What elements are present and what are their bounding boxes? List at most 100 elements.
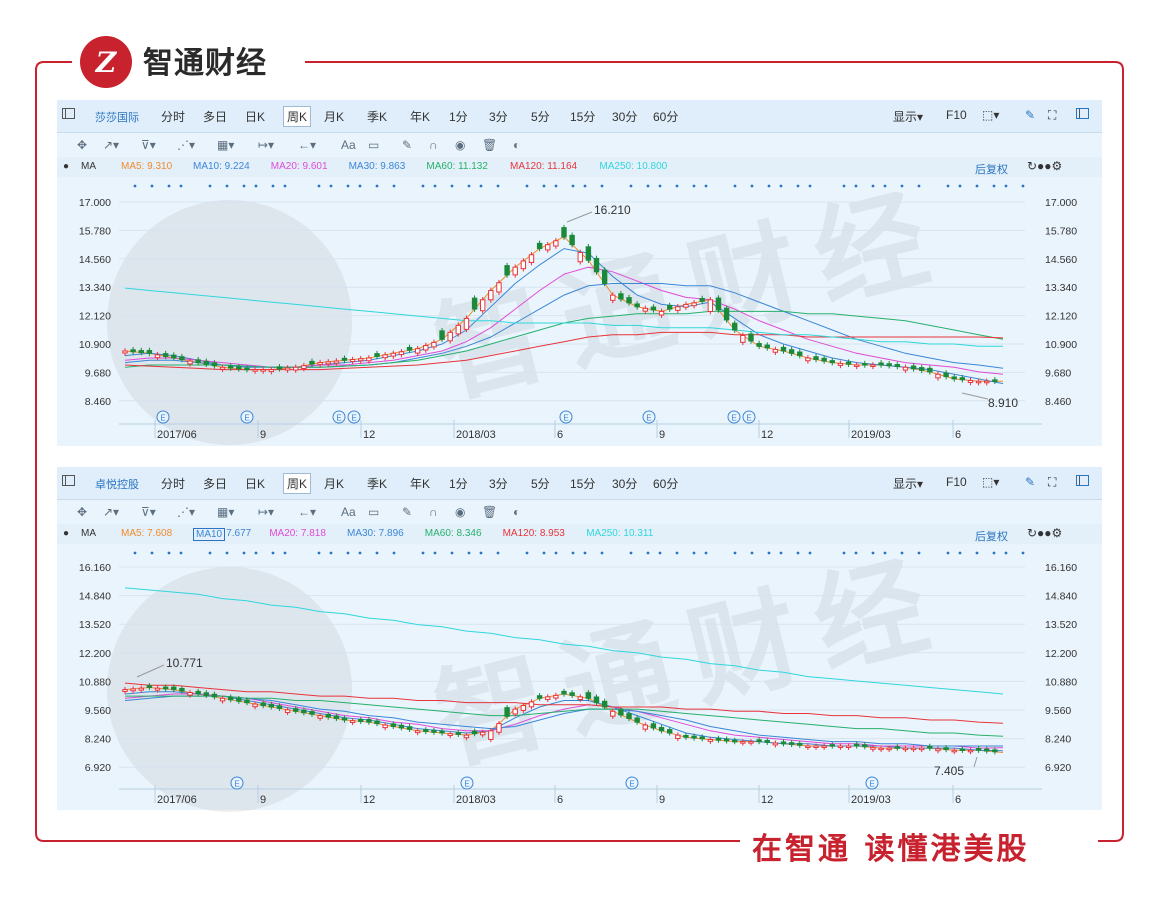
signal-dot [133,184,137,188]
drawing-tool-2-icon[interactable]: ⊽▾ [141,505,156,519]
candle-body [967,379,974,383]
drawing-tool-12-icon[interactable]: 🗑 [482,138,497,152]
period-tab-10[interactable]: 15分 [570,108,595,125]
event-marker-label: E [869,780,874,789]
period-tab-1[interactable]: 多日 [203,475,227,492]
period-tab-11[interactable]: 30分 [612,108,637,125]
y-tick-left: 12.200 [79,648,111,660]
period-tab-9[interactable]: 5分 [531,108,550,125]
period-tab-3[interactable]: 周K [283,473,312,494]
period-tab-2[interactable]: 日K [245,108,265,125]
y-tick-right: 10.880 [1045,676,1077,688]
fullscreen-icon[interactable]: ⛶ [1048,108,1056,123]
ma-settings-icon[interactable]: ● [63,161,69,172]
drawing-tool-4-icon[interactable]: ▦▾ [217,138,234,152]
drawing-tool-4-icon[interactable]: ▦▾ [217,505,234,519]
drawing-tool-1-icon[interactable]: ↗▾ [103,138,119,152]
display-dropdown[interactable]: 显示▾ [893,108,923,125]
period-tab-12[interactable]: 60分 [653,108,678,125]
period-tab-7[interactable]: 1分 [449,108,468,125]
drawing-tool-8-icon[interactable]: ▭ [368,505,379,519]
period-tab-3[interactable]: 周K [283,106,312,127]
drawing-tool-0-icon[interactable]: ✥ [77,138,87,152]
min-pointer [973,756,978,768]
adjust-toggle[interactable]: 后复权 [975,528,1008,544]
drawing-tool-9-icon[interactable]: ✎ [402,138,412,152]
y-tick-right: 12.120 [1045,311,1077,323]
side-panel-icon[interactable] [1076,108,1089,119]
period-tab-11[interactable]: 30分 [612,475,637,492]
layout-toggle-icon[interactable] [62,108,75,119]
period-tab-4[interactable]: 月K [324,475,344,492]
period-tab-12[interactable]: 60分 [653,475,678,492]
signal-dot [542,184,546,188]
period-tab-9[interactable]: 5分 [531,475,550,492]
drawing-tool-1-icon[interactable]: ↗▾ [103,505,119,519]
drawing-tool-3-icon[interactable]: ⋰▾ [177,138,195,152]
drawing-tool-3-icon[interactable]: ⋰▾ [177,505,195,519]
drawing-tool-6-icon[interactable]: ←▾ [298,138,316,152]
fullscreen-icon[interactable]: ⛶ [1048,475,1056,490]
drawing-tool-5-icon[interactable]: ↦▾ [258,138,274,152]
signal-dot [554,184,558,188]
drawing-tool-7-icon[interactable]: Aa [341,505,356,519]
period-tab-6[interactable]: 年K [410,108,430,125]
candle-body [853,364,860,367]
period-tab-6[interactable]: 年K [410,475,430,492]
side-panel-icon[interactable] [1076,475,1089,486]
drawing-tool-8-icon[interactable]: ▭ [368,138,379,152]
layout-toggle-icon[interactable] [62,475,75,486]
ma-controls-icon[interactable]: ↻●●⚙ [1027,159,1062,173]
drawing-tool-6-icon[interactable]: ←▾ [298,505,316,519]
drawing-tool-0-icon[interactable]: ✥ [77,505,87,519]
stock-name-tab[interactable]: 莎莎国际 [95,109,139,125]
period-tab-4[interactable]: 月K [324,108,344,125]
period-tab-10[interactable]: 15分 [570,475,595,492]
period-tab-8[interactable]: 3分 [489,108,508,125]
signal-dot [1021,184,1025,188]
signal-dot [467,184,471,188]
x-tick-label: 12 [761,429,773,441]
period-tab-2[interactable]: 日K [245,475,265,492]
drawing-tool-11-icon[interactable]: ◉ [455,505,465,519]
drawing-tool-5-icon[interactable]: ↦▾ [258,505,274,519]
f10-button[interactable]: F10 [946,475,967,489]
period-tab-0[interactable]: 分时 [161,475,185,492]
window-dropdown-icon[interactable]: ⬚▾ [982,475,999,489]
drawing-tool-12-icon[interactable]: 🗑 [482,505,497,519]
period-tab-0[interactable]: 分时 [161,108,185,125]
signal-dot [646,184,650,188]
window-dropdown-icon[interactable]: ⬚▾ [982,108,999,122]
drawing-tool-10-icon[interactable]: ∩ [429,505,438,519]
period-tab-5[interactable]: 季K [367,108,387,125]
pen-icon[interactable]: ✎ [1025,475,1035,489]
drawing-tool-10-icon[interactable]: ∩ [429,138,438,152]
ma-value-3: MA20: 7.818 [269,528,326,539]
candle-body [829,744,835,747]
period-tab-5[interactable]: 季K [367,475,387,492]
f10-button[interactable]: F10 [946,108,967,122]
signal-dot [150,184,154,188]
candle-body [943,372,949,378]
adjust-toggle[interactable]: 后复权 [975,161,1008,177]
drawing-tool-13-icon[interactable]: ◐ [513,505,520,519]
drawing-tool-7-icon[interactable]: Aa [341,138,356,152]
drawing-tool-13-icon[interactable]: ◐ [513,138,520,152]
signal-dot [675,551,679,555]
ma-label: MA [81,161,96,172]
period-tab-7[interactable]: 1分 [449,475,468,492]
drawing-tool-11-icon[interactable]: ◉ [455,138,465,152]
candle-body [975,380,982,384]
stock-name-tab[interactable]: 卓悦控股 [95,476,139,492]
period-tab-8[interactable]: 3分 [489,475,508,492]
ma-value-4: MA30: 7.896 [347,528,404,539]
pen-icon[interactable]: ✎ [1025,108,1035,122]
display-dropdown[interactable]: 显示▾ [893,475,923,492]
candle-body [837,745,844,748]
ma-value-1[interactable]: MA10 [193,528,226,541]
ma-controls-icon[interactable]: ↻●●⚙ [1027,526,1062,540]
period-tab-1[interactable]: 多日 [203,108,227,125]
drawing-tool-9-icon[interactable]: ✎ [402,505,412,519]
ma-settings-icon[interactable]: ● [63,528,69,539]
drawing-tool-2-icon[interactable]: ⊽▾ [141,138,156,152]
